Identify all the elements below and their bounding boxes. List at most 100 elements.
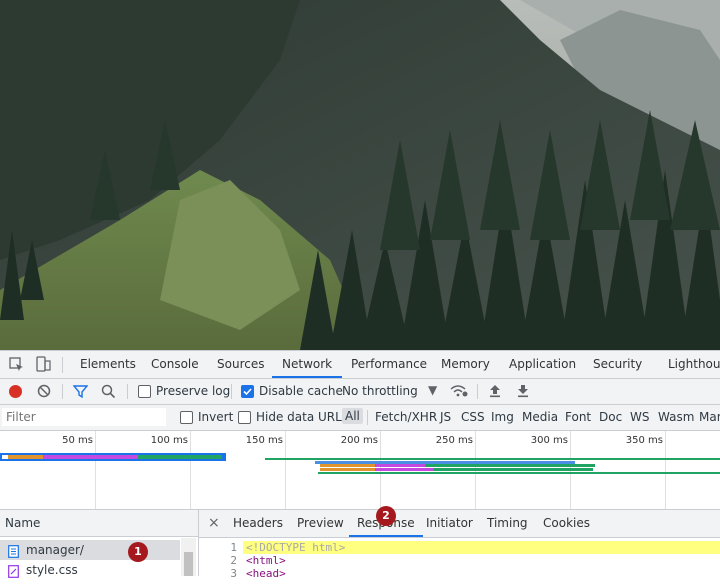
tab-elements[interactable]: Elements — [80, 351, 136, 378]
import-har-icon[interactable] — [489, 383, 501, 401]
devtools-tabbar: Elements Console Sources Network Perform… — [0, 351, 720, 379]
toolbar-divider — [231, 384, 232, 399]
name-column-header[interactable]: Name — [0, 510, 198, 537]
filterbar-divider — [367, 410, 368, 425]
timeline-tick-label: 350 ms — [625, 435, 663, 446]
timeline-gridline — [665, 431, 666, 509]
tab-memory[interactable]: Memory — [441, 351, 490, 378]
tab-preview[interactable]: Preview — [297, 510, 344, 537]
device-toolbar-icon[interactable] — [35, 356, 51, 376]
tab-application[interactable]: Application — [509, 351, 576, 378]
tabbar-divider — [62, 357, 63, 373]
inspect-element-icon[interactable] — [9, 357, 25, 376]
filter-type-media[interactable]: Media — [522, 410, 558, 424]
tab-timing[interactable]: Timing — [487, 510, 528, 537]
line-number: 2 — [230, 554, 237, 567]
timeline-tick-label: 250 ms — [435, 435, 473, 446]
filter-input[interactable] — [2, 408, 166, 426]
invert-label: Invert — [198, 410, 234, 424]
request-bar-segment — [425, 464, 595, 467]
request-bar-segment — [318, 472, 720, 474]
hide-data-urls-label: Hide data URLs — [256, 410, 349, 424]
toolbar-divider — [127, 384, 128, 399]
filter-type-img[interactable]: Img — [491, 410, 514, 424]
timeline-tick-label: 300 ms — [530, 435, 568, 446]
chevron-down-icon[interactable]: ▼ — [428, 383, 437, 397]
line-number: 1 — [230, 541, 237, 554]
timeline-tick-label: 150 ms — [245, 435, 283, 446]
close-icon[interactable]: × — [208, 510, 220, 537]
invert-checkbox[interactable] — [180, 411, 193, 424]
filter-type-ws[interactable]: WS — [630, 410, 649, 424]
filter-icon[interactable] — [72, 384, 89, 402]
network-timeline-overview[interactable]: 50 ms 100 ms 150 ms 200 ms 250 ms 300 ms… — [0, 431, 720, 510]
request-bar-segment — [320, 468, 375, 471]
detail-tabbar: × Headers Preview Response Initiator Tim… — [199, 510, 720, 538]
filter-type-font[interactable]: Font — [565, 410, 591, 424]
timeline-tick-label: 50 ms — [62, 435, 93, 446]
request-detail-pane: × Headers Preview Response Initiator Tim… — [199, 510, 720, 580]
filter-type-wasm[interactable]: Wasm — [658, 410, 694, 424]
annotation-badge-2: 2 — [376, 506, 396, 526]
filter-type-manifest[interactable]: Mar — [699, 410, 720, 424]
preserve-log-label: Preserve log — [156, 384, 231, 398]
timeline-gridline — [95, 431, 96, 509]
request-bar-segment — [138, 455, 222, 459]
export-har-icon[interactable] — [517, 383, 529, 401]
preserve-log-checkbox[interactable] — [138, 385, 151, 398]
response-code-viewer[interactable]: 1 <!DOCTYPE html> 2 <html> 3 <head> — [199, 538, 720, 580]
code-line: <head> — [246, 567, 286, 580]
code-line: <!DOCTYPE html> — [246, 541, 346, 554]
tab-headers[interactable]: Headers — [233, 510, 283, 537]
toolbar-divider — [477, 384, 478, 399]
tab-initiator[interactable]: Initiator — [426, 510, 473, 537]
request-row-manager[interactable]: manager/ — [0, 540, 180, 560]
request-bar-segment — [433, 468, 593, 471]
background-photo — [0, 0, 720, 350]
filter-type-css[interactable]: CSS — [461, 410, 485, 424]
toolbar-divider — [62, 384, 63, 399]
filter-type-fetch-xhr[interactable]: Fetch/XHR — [375, 410, 437, 424]
timeline-tick-label: 100 ms — [150, 435, 188, 446]
tab-console[interactable]: Console — [151, 351, 199, 378]
network-lower-pane: Name manager/ style.css × Headers Previe… — [0, 510, 720, 580]
request-list-scrollbar[interactable] — [181, 538, 196, 576]
timeline-gridline — [190, 431, 191, 509]
tab-sources[interactable]: Sources — [217, 351, 264, 378]
filter-type-js[interactable]: JS — [440, 410, 451, 424]
request-name: style.css — [26, 563, 78, 577]
request-row-style-css[interactable]: style.css — [0, 560, 180, 580]
tab-performance[interactable]: Performance — [351, 351, 427, 378]
tab-cookies[interactable]: Cookies — [543, 510, 590, 537]
devtools-panel: Elements Console Sources Network Perform… — [0, 350, 720, 580]
request-bar-segment — [43, 455, 138, 459]
filter-type-doc[interactable]: Doc — [599, 410, 622, 424]
clear-icon[interactable] — [37, 384, 51, 401]
hide-data-urls-checkbox[interactable] — [238, 411, 251, 424]
tab-security[interactable]: Security — [593, 351, 642, 378]
network-toolbar: Preserve log Disable cache No throttling… — [0, 379, 720, 405]
record-button[interactable] — [9, 385, 22, 398]
request-bar-segment — [320, 464, 375, 467]
search-icon[interactable] — [101, 384, 116, 402]
disable-cache-label: Disable cache — [259, 384, 343, 398]
disable-cache-checkbox[interactable] — [241, 385, 254, 398]
request-name: manager/ — [26, 543, 84, 557]
tab-network[interactable]: Network — [272, 351, 343, 378]
request-bar-segment — [375, 468, 433, 471]
request-list: Name manager/ style.css — [0, 510, 199, 578]
filter-type-all[interactable]: All — [342, 408, 363, 424]
timeline-tick-label: 200 ms — [340, 435, 378, 446]
throttling-select[interactable]: No throttling — [342, 384, 418, 398]
request-bar-segment — [265, 458, 720, 460]
code-line: <html> — [246, 554, 286, 567]
annotation-badge-1: 1 — [128, 542, 148, 562]
network-conditions-icon[interactable] — [450, 384, 468, 401]
timeline-gridline — [285, 431, 286, 509]
stylesheet-icon — [8, 564, 19, 584]
tab-lighthouse[interactable]: Lighthous — [668, 351, 720, 378]
network-filterbar: Invert Hide data URLs All Fetch/XHR JS C… — [0, 405, 720, 431]
forest-landscape-image — [0, 0, 720, 350]
line-number: 3 — [230, 567, 237, 580]
request-bar-segment — [8, 455, 43, 459]
